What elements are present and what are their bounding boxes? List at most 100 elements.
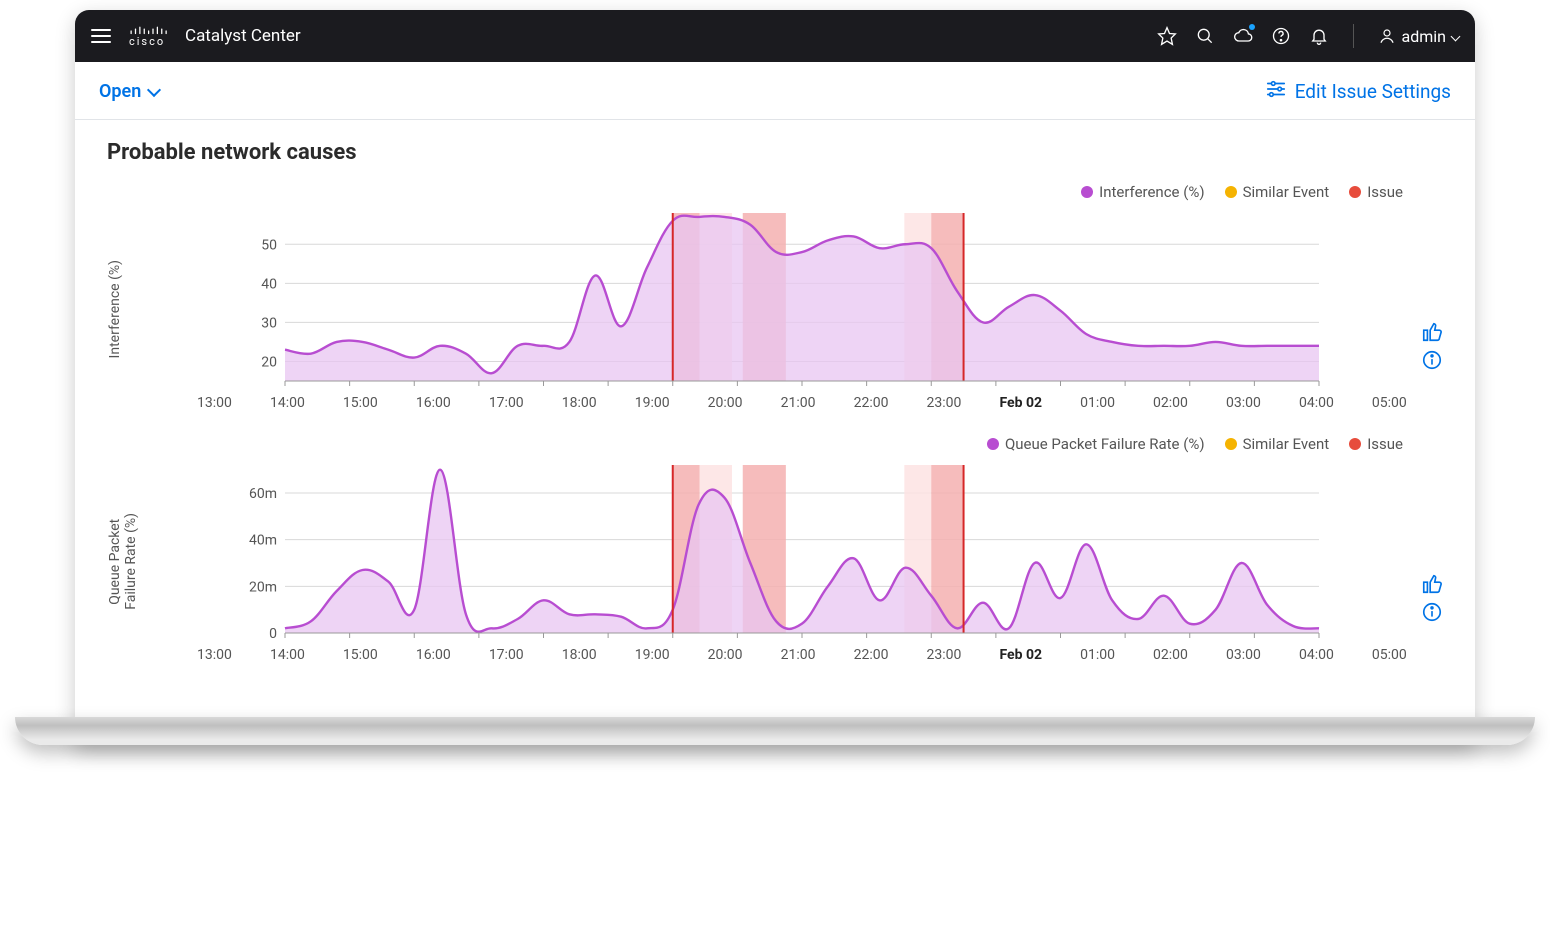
legend-dot <box>1349 438 1361 450</box>
star-icon[interactable] <box>1157 26 1177 46</box>
cloud-icon[interactable] <box>1233 26 1253 46</box>
svg-text:20m: 20m <box>249 579 277 595</box>
y-axis-label: Queue Packet Failure Rate (%) <box>107 513 155 610</box>
content-area: Probable network causes Interference (%)… <box>75 120 1475 717</box>
x-tick-label: 18:00 <box>562 647 597 663</box>
legend-item: Issue <box>1349 435 1403 453</box>
svg-text:0: 0 <box>269 626 277 639</box>
status-label: Open <box>99 81 141 102</box>
x-tick-label: 05:00 <box>1372 395 1407 411</box>
x-tick-label: 16:00 <box>416 395 451 411</box>
user-label: admin <box>1402 27 1446 46</box>
x-tick-label: 22:00 <box>854 395 889 411</box>
topbar: cisco Catalyst Center admin <box>75 10 1475 62</box>
notification-dot <box>1249 24 1255 30</box>
x-tick-label: 14:00 <box>270 395 305 411</box>
x-tick-label: 03:00 <box>1226 647 1261 663</box>
x-tick-label: 17:00 <box>489 395 524 411</box>
x-tick-label: 23:00 <box>927 647 962 663</box>
x-tick-label: 20:00 <box>708 647 743 663</box>
x-tick-label: 13:00 <box>197 395 232 411</box>
cisco-logo: cisco <box>129 26 167 47</box>
divider <box>1353 24 1354 48</box>
x-tick-label: 16:00 <box>416 647 451 663</box>
user-icon <box>1378 27 1396 45</box>
action-bar: Open Edit Issue Settings <box>75 62 1475 120</box>
legend-item: Similar Event <box>1225 435 1330 453</box>
status-dropdown[interactable]: Open <box>99 81 159 102</box>
x-tick-label: 21:00 <box>781 647 816 663</box>
x-tick-label: 04:00 <box>1299 395 1334 411</box>
chevron-down-icon <box>1451 31 1461 41</box>
x-tick-label: 04:00 <box>1299 647 1334 663</box>
svg-text:60m: 60m <box>249 486 277 502</box>
chart-plot: 20 30 40 50 13:00 14:00 15:00 16:00 17:00 18:00 19… <box>155 207 1415 411</box>
legend-dot <box>987 438 999 450</box>
chart-action-icons <box>1415 573 1443 623</box>
laptop-base <box>15 717 1535 745</box>
legend-label: Similar Event <box>1243 183 1330 201</box>
x-tick-label: 19:00 <box>635 647 670 663</box>
x-tick-label: 13:00 <box>197 647 232 663</box>
x-tick-label: 19:00 <box>635 395 670 411</box>
x-tick-label: 15:00 <box>343 395 378 411</box>
user-menu[interactable]: admin <box>1378 27 1459 46</box>
legend-dot <box>1225 186 1237 198</box>
sliders-icon <box>1265 78 1287 105</box>
thumbs-up-icon[interactable] <box>1421 321 1443 343</box>
x-tick-label: 05:00 <box>1372 647 1407 663</box>
thumbs-up-icon[interactable] <box>1421 573 1443 595</box>
app-title: Catalyst Center <box>185 26 301 46</box>
legend-dot <box>1081 186 1093 198</box>
legend-label: Issue <box>1367 183 1403 201</box>
chart-1: Queue Packet Failure Rate (%) Similar Eve… <box>107 435 1443 663</box>
legend-item: Queue Packet Failure Rate (%) <box>987 435 1205 453</box>
x-tick-label: 03:00 <box>1226 395 1261 411</box>
laptop-frame: cisco Catalyst Center admin Open <box>75 10 1475 745</box>
search-icon[interactable] <box>1195 26 1215 46</box>
chevron-down-icon <box>147 83 161 97</box>
legend-label: Queue Packet Failure Rate (%) <box>1005 435 1205 453</box>
x-tick-label: 01:00 <box>1080 647 1115 663</box>
x-tick-label: Feb 02 <box>999 395 1042 411</box>
x-tick-label: 02:00 <box>1153 395 1188 411</box>
svg-text:50: 50 <box>261 237 277 253</box>
legend-label: Issue <box>1367 435 1403 453</box>
x-tick-label: 17:00 <box>489 647 524 663</box>
x-tick-label: Feb 02 <box>999 647 1042 663</box>
svg-text:40: 40 <box>261 276 277 292</box>
x-tick-label: 20:00 <box>708 395 743 411</box>
legend-item: Similar Event <box>1225 183 1330 201</box>
x-tick-label: 21:00 <box>781 395 816 411</box>
edit-issue-settings-button[interactable]: Edit Issue Settings <box>1265 78 1451 105</box>
svg-text:30: 30 <box>261 315 277 331</box>
menu-icon[interactable] <box>91 29 111 43</box>
legend-label: Interference (%) <box>1099 183 1204 201</box>
edit-settings-label: Edit Issue Settings <box>1295 80 1451 103</box>
svg-text:40m: 40m <box>249 533 277 549</box>
x-tick-label: 15:00 <box>343 647 378 663</box>
legend-dot <box>1349 186 1361 198</box>
bell-icon[interactable] <box>1309 26 1329 46</box>
legend-item: Interference (%) <box>1081 183 1204 201</box>
chart-0: Interference (%)Similar EventIssueInterf… <box>107 183 1443 411</box>
y-axis-label: Interference (%) <box>107 260 155 358</box>
info-icon[interactable] <box>1421 601 1443 623</box>
chart-action-icons <box>1415 321 1443 371</box>
chart-legend: Queue Packet Failure Rate (%) Similar Eve… <box>107 435 1443 453</box>
chart-legend: Interference (%) Similar Event Issue <box>107 183 1443 201</box>
info-icon[interactable] <box>1421 349 1443 371</box>
x-tick-label: 23:00 <box>927 395 962 411</box>
help-icon[interactable] <box>1271 26 1291 46</box>
x-tick-label: 14:00 <box>270 647 305 663</box>
legend-item: Issue <box>1349 183 1403 201</box>
x-tick-label: 01:00 <box>1080 395 1115 411</box>
cisco-wordmark: cisco <box>129 36 167 47</box>
x-tick-label: 18:00 <box>562 395 597 411</box>
svg-text:20: 20 <box>261 354 277 370</box>
legend-label: Similar Event <box>1243 435 1330 453</box>
page-title: Probable network causes <box>107 140 1443 165</box>
x-tick-label: 02:00 <box>1153 647 1188 663</box>
x-tick-label: 22:00 <box>854 647 889 663</box>
legend-dot <box>1225 438 1237 450</box>
